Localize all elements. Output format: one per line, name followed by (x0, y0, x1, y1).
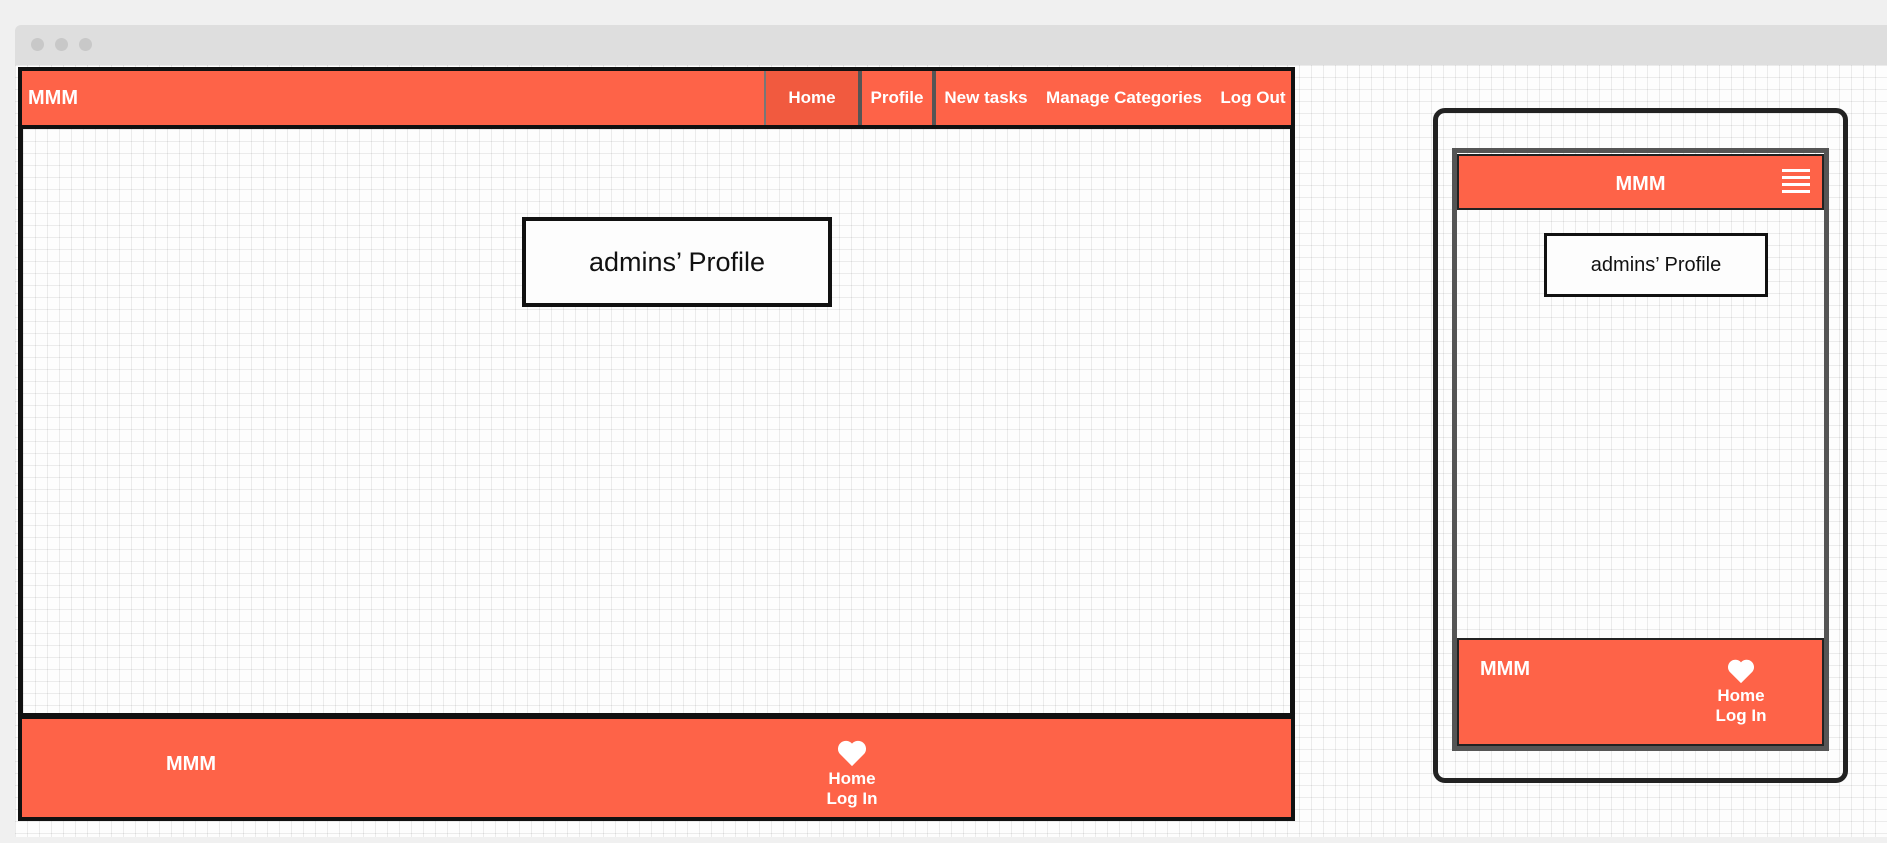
footer-log-in-link[interactable]: Log In (802, 789, 902, 809)
nav-profile-link[interactable]: Profile (858, 71, 936, 125)
heart-icon (837, 740, 867, 767)
window-minimize-dot[interactable] (55, 38, 68, 51)
window-close-dot[interactable] (31, 38, 44, 51)
mobile-footer: MMM Home Log In (1457, 638, 1824, 746)
desktop-footer-brand: MMM (166, 753, 216, 775)
mobile-footer-links: Home Log In (1691, 658, 1791, 726)
mobile-navbar: MMM (1457, 154, 1824, 210)
mobile-footer-log-in-link[interactable]: Log In (1691, 706, 1791, 726)
desktop-footer: MMM Home Log In (18, 715, 1295, 821)
desktop-footer-links: Home Log In (802, 739, 902, 809)
desktop-page-title: admins’ Profile (522, 217, 832, 307)
heart-icon (1727, 659, 1755, 684)
nav-manage-categories-link[interactable]: Manage Categories (1036, 71, 1212, 125)
desktop-content-area: admins’ Profile (18, 129, 1295, 717)
desktop-navbar: MMM Home Profile New tasks Manage Catego… (18, 67, 1295, 129)
hamburger-menu-icon[interactable] (1782, 169, 1810, 193)
footer-home-link[interactable]: Home (802, 769, 902, 789)
browser-window-chrome (15, 25, 1887, 65)
desktop-brand[interactable]: MMM (28, 87, 78, 110)
window-zoom-dot[interactable] (79, 38, 92, 51)
mobile-brand[interactable]: MMM (1459, 173, 1822, 196)
mobile-footer-home-link[interactable]: Home (1691, 686, 1791, 706)
mobile-page-title: admins’ Profile (1544, 233, 1768, 297)
nav-new-tasks-link[interactable]: New tasks (936, 71, 1036, 125)
nav-log-out-link[interactable]: Log Out (1212, 71, 1294, 125)
mobile-footer-brand: MMM (1480, 658, 1530, 680)
nav-home-link[interactable]: Home (764, 71, 858, 125)
desktop-wireframe: MMM Home Profile New tasks Manage Catego… (18, 67, 1295, 821)
